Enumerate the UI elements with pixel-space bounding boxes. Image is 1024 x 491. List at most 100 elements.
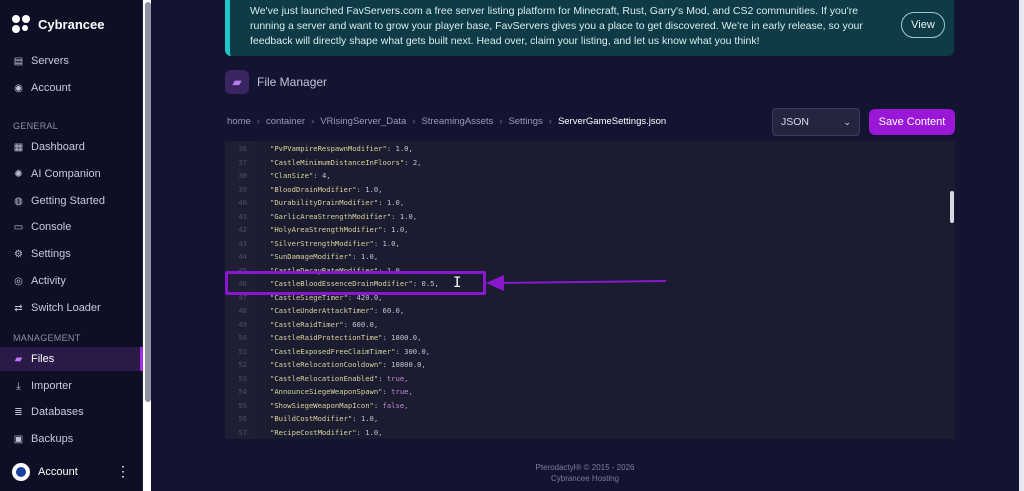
sidebar-item-databases[interactable]: ≣ Databases [0, 400, 143, 424]
editor-scrollbar[interactable] [950, 191, 954, 223]
code-line[interactable]: 53 "CastleRelocationEnabled": true, [225, 372, 945, 386]
line-number: 54 [238, 387, 247, 396]
account-menu[interactable]: Account ⋮ [0, 458, 143, 486]
line-number: 53 [238, 373, 247, 383]
breadcrumb: home › container › VRisingServer_Data › … [227, 116, 666, 127]
code-text: "SilverStrengthModifier": 1.0, [270, 238, 400, 248]
code-text: "CastleRelocationCooldown": 10800.0, [270, 360, 426, 369]
sidebar: Cybrancee ▤ Servers ◉ Account GENERAL ▦ … [0, 0, 143, 491]
more-vertical-icon[interactable]: ⋮ [116, 464, 130, 478]
view-button[interactable]: View [901, 12, 945, 38]
json-value: 1.0, [365, 184, 383, 194]
code-line[interactable]: 49 "CastleRaidTimer": 600.0, [225, 318, 945, 332]
breadcrumb-current-file: ServerGameSettings.json [557, 116, 667, 127]
json-value: 2, [412, 157, 422, 167]
code-line[interactable]: 48 "CastleUnderAttackTimer": 60.0, [225, 304, 945, 318]
code-line[interactable]: 55 "ShowSiegeWeaponMapIcon": false, [225, 399, 945, 413]
code-line[interactable]: 39 "BloodDrainModifier": 1.0, [225, 183, 945, 197]
json-key: "CastleMinimumDistanceInFloors" [270, 157, 405, 167]
json-value: 600.0, [352, 319, 379, 329]
json-value: 1.0, [365, 427, 383, 437]
announcement-banner: We've just launched FavServers.com a fre… [225, 0, 954, 56]
json-key: "CastleRaidTimer" [270, 319, 344, 329]
json-key: "SunDamageModifier" [270, 252, 353, 261]
code-text: "CastleExposedFreeClaimTimer": 300.0, [270, 346, 431, 356]
highlight-box [225, 271, 486, 295]
annotation-arrow-icon [486, 275, 667, 291]
code-line[interactable]: 36 "PvPVampireRespawnModifier": 1.0, [225, 142, 945, 156]
sidebar-item-label: Files [31, 353, 55, 365]
code-text: "BuildCostModifier": 1.0, [270, 414, 379, 423]
sidebar-item-servers[interactable]: ▤ Servers [0, 49, 143, 73]
main-content: We've just launched FavServers.com a fre… [151, 0, 1019, 491]
json-key: "ClanSize" [270, 171, 314, 180]
line-number: 42 [238, 225, 247, 234]
code-line[interactable]: 37 "CastleMinimumDistanceInFloors": 2, [225, 156, 945, 170]
database-icon: ≣ [14, 406, 23, 418]
sidebar-item-label: Activity [31, 275, 66, 287]
footer: Pterodactyl® © 2015 - 2026 Cybrancee Hos… [151, 462, 1019, 484]
code-line[interactable]: 40 "DurabilityDrainModifier": 1.0, [225, 196, 945, 210]
json-value: false, [382, 400, 409, 410]
globe-icon: ◍ [14, 195, 23, 207]
code-text: "HolyAreaStrengthModifier": 1.0, [270, 225, 409, 234]
chevron-right-icon: › [548, 116, 552, 127]
sidebar-item-label: Importer [31, 380, 72, 392]
breadcrumb-item[interactable]: container [266, 116, 305, 127]
sidebar-item-label: Switch Loader [31, 302, 101, 314]
line-number: 50 [238, 333, 247, 342]
code-line[interactable]: 52 "CastleRelocationCooldown": 10800.0, [225, 358, 945, 372]
breadcrumb-item[interactable]: home [227, 116, 251, 127]
sidebar-item-dashboard[interactable]: ▦ Dashboard [0, 135, 143, 159]
code-text: "CastleRaidTimer": 600.0, [270, 319, 379, 329]
line-number: 40 [238, 198, 247, 207]
code-line[interactable]: 42 "HolyAreaStrengthModifier": 1.0, [225, 223, 945, 237]
section-label-management: MANAGEMENT [13, 333, 81, 343]
line-number: 36 [238, 144, 247, 153]
sidebar-item-console[interactable]: ▭ Console [0, 215, 143, 239]
sidebar-item-account[interactable]: ◉ Account [0, 76, 143, 100]
sidebar-item-switch-loader[interactable]: ⇄ Switch Loader [0, 296, 143, 320]
code-line[interactable]: 44 "SunDamageModifier": 1.0, [225, 250, 945, 264]
json-key: "DurabilityDrainModifier" [270, 198, 379, 207]
code-text: "RecipeCostModifier": 1.0, [270, 427, 383, 437]
sidebar-item-settings[interactable]: ⚙ Settings [0, 242, 143, 266]
json-value: 1.0, [382, 238, 400, 248]
sidebar-item-label: Servers [31, 55, 69, 67]
json-value: 1.0, [386, 198, 405, 207]
code-text: "CastleRaidProtectionTime": 1800.0, [270, 333, 422, 342]
code-line[interactable]: 50 "CastleRaidProtectionTime": 1800.0, [225, 331, 945, 345]
code-line[interactable]: 43 "SilverStrengthModifier": 1.0, [225, 237, 945, 251]
line-number: 41 [238, 211, 247, 221]
server-icon: ▤ [13, 55, 24, 67]
sidebar-item-backups[interactable]: ▣ Backups [0, 427, 143, 451]
json-value: true, [386, 373, 409, 383]
code-line[interactable]: 41 "GarlicAreaStrengthModifier": 1.0, [225, 210, 945, 224]
code-line[interactable]: 54 "AnnounceSiegeWeaponSpawn": true, [225, 385, 945, 399]
save-content-button[interactable]: Save Content [869, 109, 955, 135]
sidebar-item-ai-companion[interactable]: ✺ AI Companion [0, 162, 143, 186]
json-value: 1.0, [399, 211, 418, 221]
sidebar-item-activity[interactable]: ◎ Activity [0, 269, 143, 293]
code-line[interactable]: 51 "CastleExposedFreeClaimTimer": 300.0, [225, 345, 945, 359]
json-value: 1.0, [360, 414, 379, 423]
footer-host: Cybrancee Hosting [550, 474, 620, 483]
sidebar-item-getting-started[interactable]: ◍ Getting Started [0, 189, 143, 213]
breadcrumb-item[interactable]: StreamingAssets [421, 116, 493, 127]
sidebar-item-label: Dashboard [31, 141, 85, 153]
sidebar-item-files[interactable]: ▰ Files [0, 347, 143, 371]
brand[interactable]: Cybrancee [12, 13, 104, 35]
code-line[interactable]: 38 "ClanSize": 4, [225, 169, 945, 183]
chevron-down-icon: ⌄ [843, 117, 851, 127]
json-key: "CastleRelocationEnabled" [270, 373, 379, 383]
user-circle-icon: ◉ [14, 82, 23, 94]
breadcrumb-item[interactable]: VRisingServer_Data [320, 116, 406, 127]
breadcrumb-item[interactable]: Settings [508, 116, 542, 127]
code-line[interactable]: 57 "RecipeCostModifier": 1.0, [225, 426, 945, 440]
chevron-right-icon: › [499, 116, 503, 127]
code-line[interactable]: 56 "BuildCostModifier": 1.0, [225, 412, 945, 426]
json-value: true, [391, 387, 413, 396]
language-select[interactable]: JSON ⌄ [772, 108, 860, 136]
json-value: 1800.0, [391, 333, 422, 342]
sidebar-item-importer[interactable]: ⤓ Importer [0, 374, 143, 398]
